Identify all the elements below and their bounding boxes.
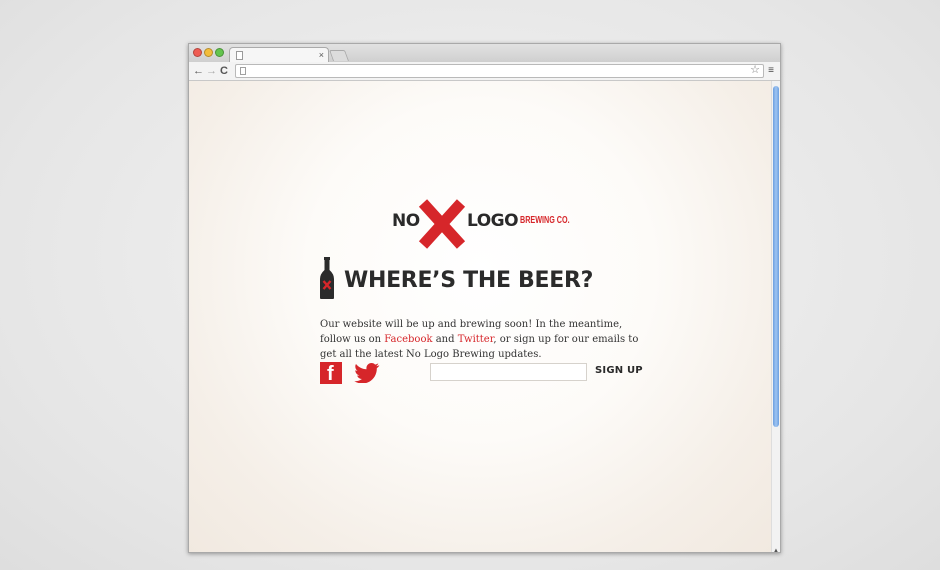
facebook-link[interactable]: Facebook [384,334,432,345]
vertical-scrollbar[interactable]: ▲ [771,81,780,552]
intro-text: and [432,334,458,345]
tab-close-icon[interactable]: × [319,48,324,62]
bookmark-star-icon[interactable]: ☆ [750,63,760,76]
logo-logo-text: LOGO [467,211,519,231]
page-viewport: NO LOGO BREWING CO. WHERE’S THE BEER? Ou… [189,81,773,552]
browser-toolbar: ← → C ☆ ≡ [189,62,780,81]
twitter-link[interactable]: Twitter [458,334,494,345]
address-bar[interactable]: ☆ [235,64,764,78]
beer-bottle-icon [320,257,334,299]
site-logo: NO LOGO BREWING CO. [389,199,579,249]
logo-x-mark [418,199,466,249]
browser-tab[interactable]: × [229,47,329,63]
forward-arrow-icon[interactable]: → [206,63,217,79]
close-window-button[interactable] [193,48,202,57]
scrollbar-thumb[interactable] [773,86,779,427]
minimize-window-button[interactable] [204,48,213,57]
intro-paragraph: Our website will be up and brewing soon!… [320,317,650,362]
facebook-glyph: f [327,363,334,385]
twitter-bird-icon[interactable] [354,363,380,383]
facebook-icon[interactable]: f [320,362,342,385]
scroll-arrow-icon[interactable]: ▲ [773,548,779,552]
title-bar: × [189,44,780,63]
reload-icon[interactable]: C [220,63,228,79]
menu-icon[interactable]: ≡ [768,64,774,78]
email-signup-input[interactable] [430,363,587,381]
logo-no-text: NO [392,211,420,231]
page-heading: WHERE’S THE BEER? [344,268,594,293]
heading-row: WHERE’S THE BEER? [319,257,649,301]
page-icon [236,51,243,60]
new-tab-button[interactable] [328,50,350,61]
sign-up-button[interactable]: SIGN UP [595,365,643,376]
browser-window: × ← → C ☆ ≡ NO LOGO BREWING CO. WHERE’S … [188,43,781,553]
back-arrow-icon[interactable]: ← [193,63,204,79]
zoom-window-button[interactable] [215,48,224,57]
logo-brewing-text: BREWING CO. [520,215,570,226]
page-icon [240,67,246,75]
